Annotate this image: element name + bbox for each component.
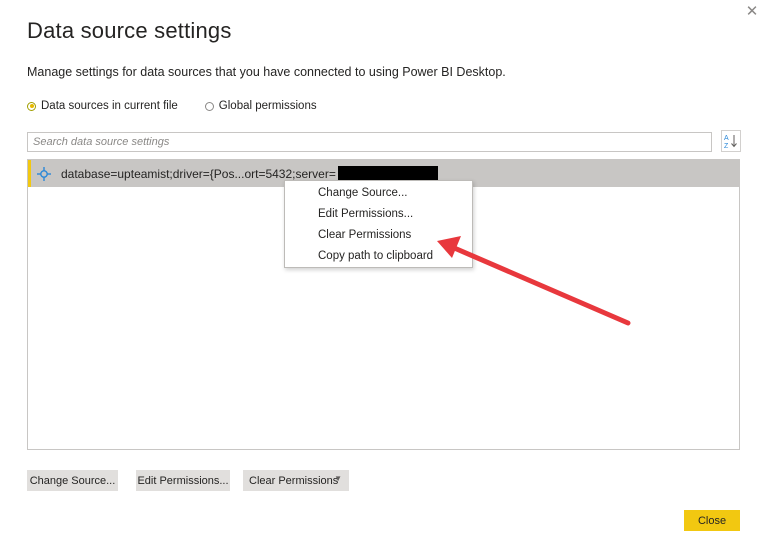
menu-item-copy-path[interactable]: Copy path to clipboard (285, 246, 472, 267)
close-icon[interactable]: ✕ (742, 2, 762, 22)
radio-label-current-file: Data sources in current file (41, 100, 178, 112)
radio-selected-icon[interactable] (27, 101, 36, 111)
sort-button[interactable]: A Z (721, 130, 741, 152)
search-input[interactable] (27, 132, 712, 152)
menu-item-clear-permissions[interactable]: Clear Permissions (285, 225, 472, 246)
svg-text:Z: Z (724, 143, 729, 149)
context-menu: Change Source... Edit Permissions... Cle… (284, 180, 473, 268)
clear-permissions-button[interactable]: Clear Permissions ▼ (243, 470, 349, 491)
edit-permissions-button[interactable]: Edit Permissions... (136, 470, 230, 491)
dialog-subtitle: Manage settings for data sources that yo… (27, 65, 506, 79)
dialog-title: Data source settings (27, 18, 232, 43)
data-source-text: database=upteamist;driver={Pos...ort=543… (61, 166, 336, 181)
radio-unselected-icon[interactable] (204, 101, 214, 111)
radio-global-permissions[interactable]: Global permissions (204, 100, 317, 112)
change-source-button[interactable]: Change Source... (27, 470, 118, 491)
scope-radio-group: Data sources in current file Global perm… (27, 100, 344, 112)
clear-permissions-label: Clear Permissions (249, 474, 339, 487)
database-connector-icon (37, 166, 51, 181)
sort-az-icon: A Z (724, 135, 737, 149)
menu-item-change-source[interactable]: Change Source... (285, 183, 472, 204)
chevron-down-icon[interactable]: ▼ (334, 474, 342, 483)
radio-label-global-permissions: Global permissions (218, 100, 317, 112)
data-source-settings-dialog: ✕ Data source settings Manage settings f… (0, 0, 768, 557)
menu-item-edit-permissions[interactable]: Edit Permissions... (285, 204, 472, 225)
close-button[interactable]: Close (684, 510, 740, 531)
svg-text:A: A (724, 135, 729, 142)
radio-current-file[interactable]: Data sources in current file (27, 100, 178, 112)
